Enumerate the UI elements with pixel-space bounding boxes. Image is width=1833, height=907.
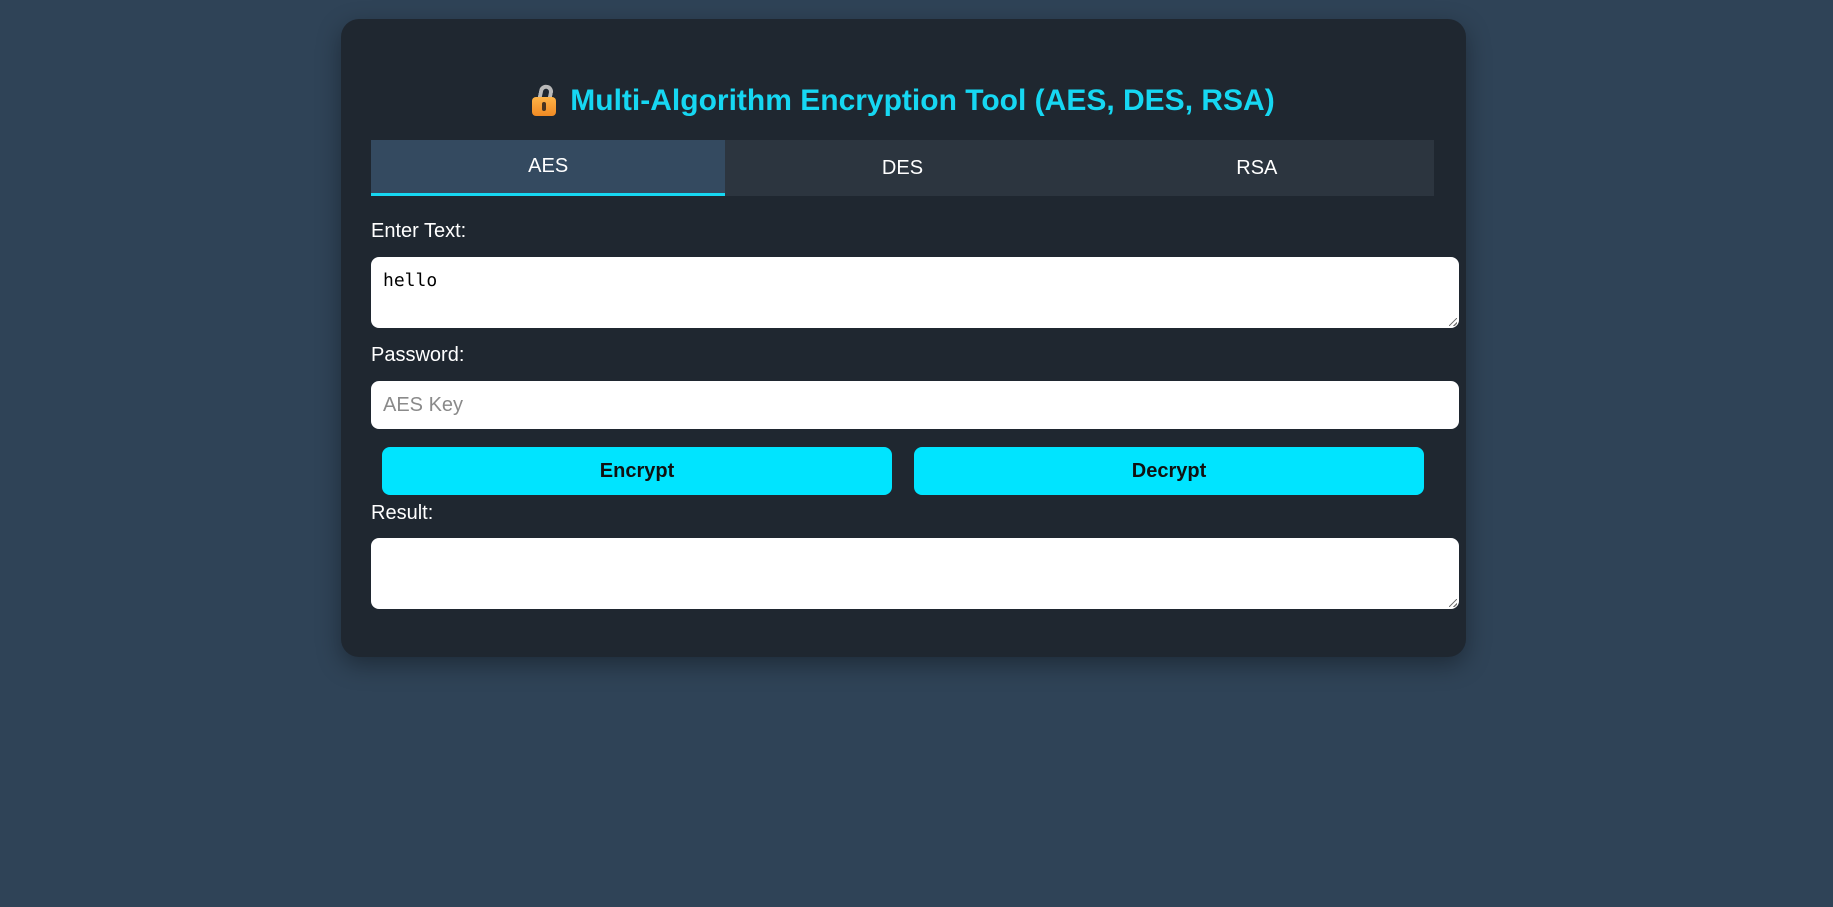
input-textarea[interactable]: hello <box>371 257 1459 328</box>
result-label: Result: <box>371 502 434 524</box>
page-title: Multi-Algorithm Encryption Tool (AES, DE… <box>341 79 1466 123</box>
password-placeholder: AES Key <box>383 393 464 416</box>
resize-grip-icon[interactable] <box>1449 599 1457 607</box>
page-title-text: Multi-Algorithm Encryption Tool (AES, DE… <box>570 84 1275 117</box>
result-textarea[interactable] <box>371 538 1459 609</box>
tab-aes[interactable]: AES <box>371 140 726 196</box>
password-label: Password: <box>371 344 465 366</box>
enter-text-label: Enter Text: <box>371 220 467 242</box>
password-input[interactable]: AES Key <box>371 381 1459 429</box>
decrypt-button[interactable]: Decrypt <box>914 447 1424 495</box>
encryption-card: Multi-Algorithm Encryption Tool (AES, DE… <box>341 19 1466 657</box>
tab-des[interactable]: DES <box>725 140 1079 196</box>
lock-icon <box>532 83 558 117</box>
resize-grip-icon[interactable] <box>1449 318 1457 326</box>
input-text-value: hello <box>383 270 438 291</box>
algorithm-tabs: AES DES RSA <box>371 140 1434 196</box>
encrypt-button[interactable]: Encrypt <box>382 447 892 495</box>
tab-rsa[interactable]: RSA <box>1080 140 1434 196</box>
